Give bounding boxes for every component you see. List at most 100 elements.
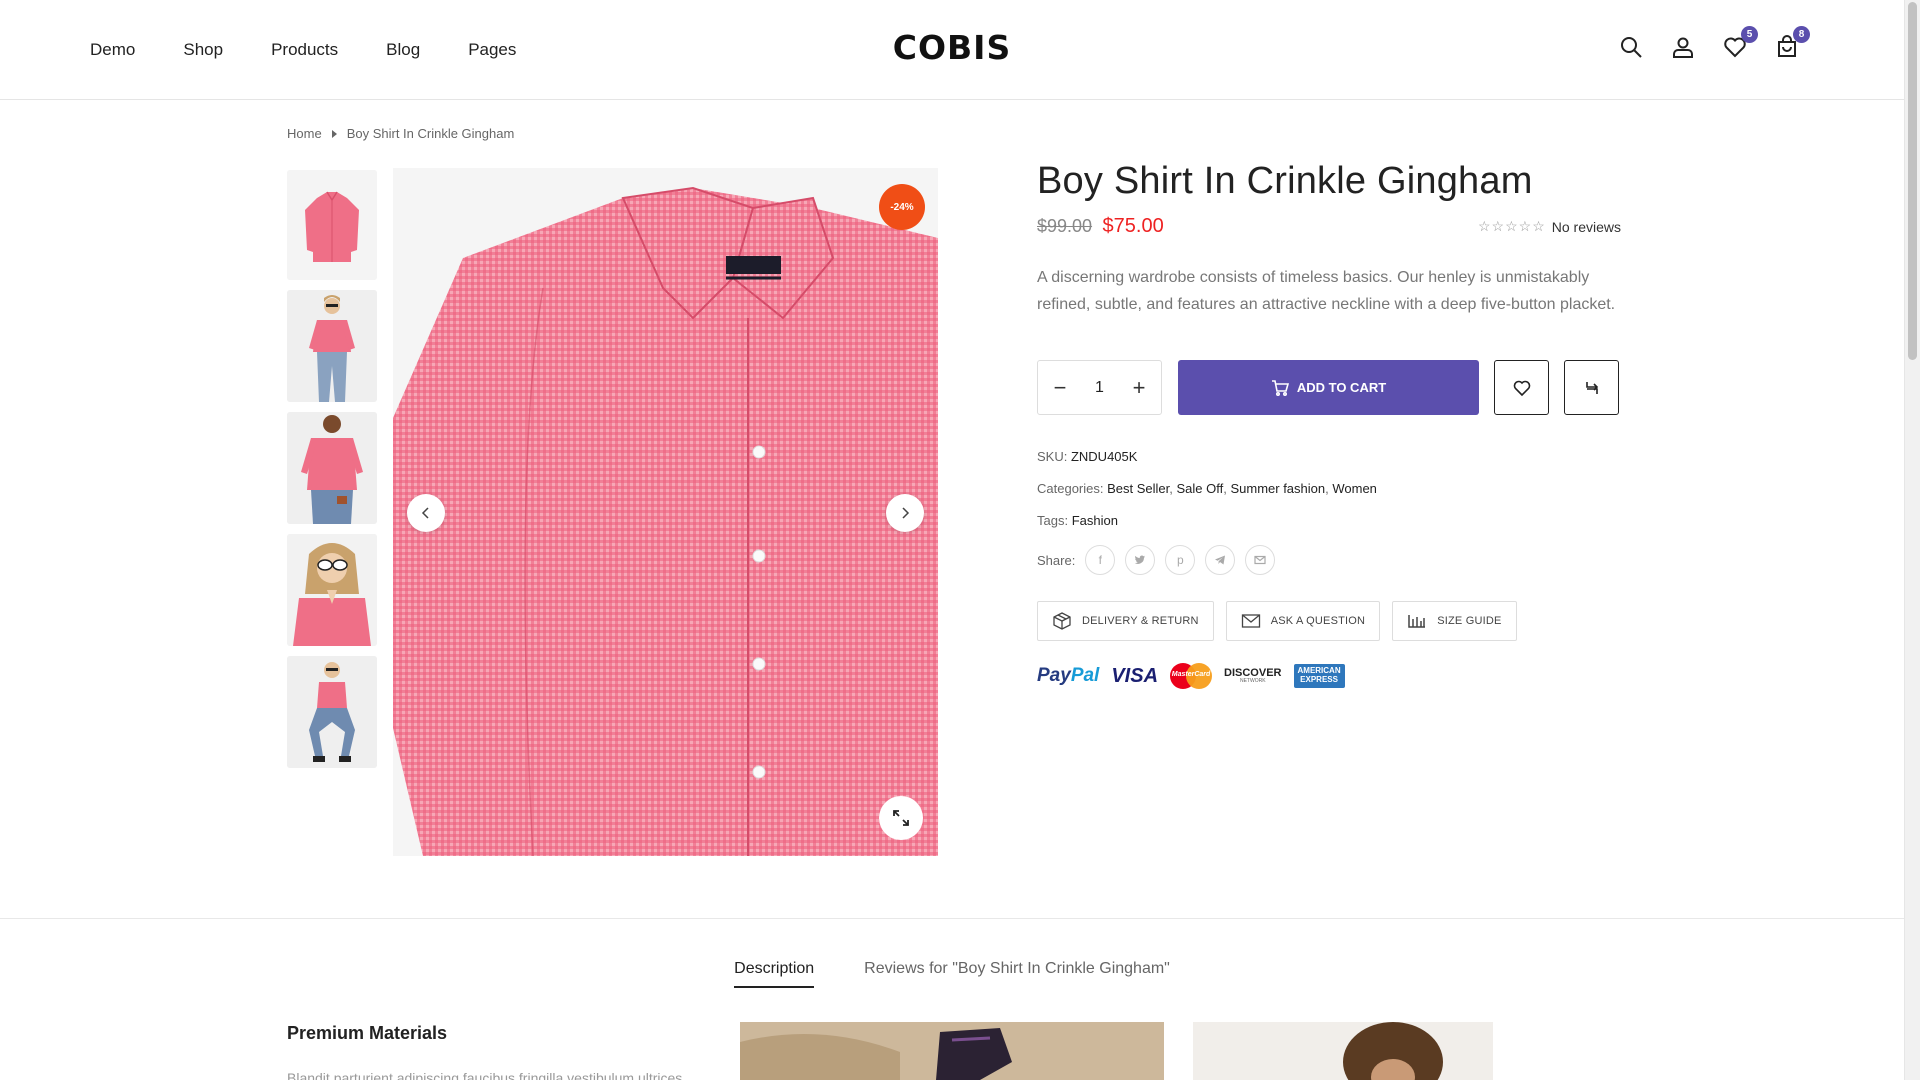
sale-badge: -24%: [879, 184, 925, 230]
paypal-logo: PayPal: [1037, 665, 1099, 687]
reviews-count: No reviews: [1551, 218, 1621, 235]
header-icons: 5 8: [1618, 26, 1810, 60]
nav-shop[interactable]: Shop: [183, 40, 223, 60]
tag-link[interactable]: Fashion: [1072, 513, 1118, 528]
site-logo[interactable]: COBIS: [893, 28, 1011, 67]
expand-icon: [893, 810, 909, 826]
breadcrumb-separator-icon: [331, 129, 337, 138]
quantity-stepper: − 1 +: [1037, 360, 1162, 415]
add-to-cart-button[interactable]: ADD TO CART: [1178, 360, 1479, 415]
thumbnail-model-sitting[interactable]: [287, 656, 377, 768]
category-link[interactable]: Best Seller: [1107, 481, 1169, 496]
sku-value: ZNDU405K: [1070, 449, 1138, 464]
quantity-input[interactable]: 1: [1095, 379, 1104, 397]
payment-methods: PayPal VISA MasterCard DISCOVER NETWORK …: [1037, 663, 1621, 689]
category-link[interactable]: Summer fashion: [1230, 481, 1325, 496]
product-meta: SKU: ZNDU405K Categories: Best Seller, S…: [1037, 449, 1621, 528]
amex-logo-text: EXPRESS: [1300, 675, 1338, 684]
discover-logo-subtext: NETWORK: [1239, 678, 1266, 684]
cart-count-badge: 8: [1793, 26, 1810, 43]
main-nav: Demo Shop Products Blog Pages: [90, 0, 516, 100]
envelope-icon: [1241, 614, 1260, 628]
section-divider: [0, 918, 1904, 919]
compare-button[interactable]: [1564, 360, 1619, 415]
thumbnail-model-back[interactable]: [287, 412, 377, 524]
ask-question-button[interactable]: ASK A QUESTION: [1225, 601, 1381, 641]
tags-label: Tags:: [1037, 513, 1069, 528]
nav-products[interactable]: Products: [271, 40, 338, 60]
quantity-decrease-button[interactable]: −: [1050, 376, 1070, 399]
category-link[interactable]: Sale Off: [1177, 481, 1224, 496]
add-to-cart-label: ADD TO CART: [1296, 380, 1387, 395]
nav-demo[interactable]: Demo: [90, 40, 135, 60]
delivery-return-label: DELIVERY & RETURN: [1082, 615, 1199, 627]
cart-icon[interactable]: 8: [1774, 26, 1810, 60]
user-icon[interactable]: [1670, 34, 1696, 60]
cart-icon: [1271, 379, 1289, 396]
tab-description[interactable]: Description: [734, 960, 815, 988]
chevron-left-icon: [421, 507, 429, 519]
paypal-logo-part: Pal: [1070, 665, 1100, 686]
gingham-shirt-image: [393, 168, 938, 856]
breadcrumb-current: Boy Shirt In Crinkle Gingham: [346, 126, 515, 141]
mastercard-logo: MasterCard: [1170, 663, 1213, 689]
scrollbar-thumb[interactable]: [1908, 2, 1917, 360]
size-guide-label: SIZE GUIDE: [1437, 615, 1502, 627]
sku-label: SKU:: [1037, 449, 1068, 464]
box-icon: [1053, 612, 1071, 630]
tags-row: Tags: Fashion: [1037, 513, 1621, 528]
product-description: A discerning wardrobe consists of timele…: [1037, 269, 1616, 313]
nav-blog[interactable]: Blog: [386, 40, 420, 60]
amex-logo: AMERICAN EXPRESS: [1293, 664, 1345, 688]
tab-reviews[interactable]: Reviews for "Boy Shirt In Crinkle Gingha…: [864, 960, 1170, 988]
pinterest-icon[interactable]: p: [1165, 545, 1196, 575]
quantity-increase-button[interactable]: +: [1129, 376, 1149, 399]
search-icon[interactable]: [1618, 34, 1644, 60]
size-guide-button[interactable]: SIZE GUIDE: [1392, 601, 1517, 641]
compare-icon: [1585, 381, 1598, 394]
thumbnail-list: [287, 170, 377, 778]
sku-row: SKU: ZNDU405K: [1037, 449, 1621, 464]
category-link[interactable]: Women: [1332, 481, 1377, 496]
paypal-logo-part: Pay: [1037, 665, 1071, 686]
main-product-image[interactable]: -24%: [393, 168, 938, 856]
share-label: Share:: [1037, 552, 1076, 568]
add-to-wishlist-button[interactable]: [1494, 360, 1549, 415]
extra-info-buttons: DELIVERY & RETURN ASK A QUESTION SIZE GU…: [1037, 601, 1621, 641]
ask-question-label: ASK A QUESTION: [1270, 615, 1366, 627]
ruler-chart-icon: [1408, 615, 1426, 628]
chevron-right-icon: [902, 507, 910, 519]
delivery-return-button[interactable]: DELIVERY & RETURN: [1037, 601, 1214, 641]
purchase-actions: − 1 + ADD TO CART: [1037, 360, 1621, 415]
heart-icon: [1513, 380, 1530, 396]
breadcrumb-home[interactable]: Home: [287, 126, 322, 141]
telegram-icon[interactable]: [1205, 545, 1236, 575]
lifestyle-image-boots: [740, 1022, 1164, 1080]
price-row: $99.00 $75.00 ☆☆☆☆☆ No reviews: [1037, 215, 1621, 238]
amex-logo-text: AMERICAN: [1297, 666, 1341, 676]
thumbnail-model-front[interactable]: [287, 290, 377, 402]
thumbnail-model-closeup[interactable]: [287, 534, 377, 646]
product-tabs: Description Reviews for "Boy Shirt In Cr…: [0, 960, 1904, 988]
wishlist-icon[interactable]: 5: [1722, 26, 1758, 60]
twitter-icon[interactable]: [1125, 545, 1156, 575]
product-title: Boy Shirt In Crinkle Gingham: [1037, 160, 1533, 202]
facebook-icon[interactable]: f: [1085, 545, 1116, 575]
categories-label: Categories:: [1037, 481, 1104, 496]
prev-image-button[interactable]: [407, 494, 445, 532]
email-icon[interactable]: [1245, 545, 1276, 575]
visa-logo: VISA: [1111, 664, 1159, 687]
lifestyle-image-model: [1193, 1022, 1493, 1080]
categories-row: Categories: Best Seller, Sale Off, Summe…: [1037, 481, 1377, 496]
zoom-button[interactable]: [879, 796, 923, 840]
breadcrumb: Home Boy Shirt In Crinkle Gingham: [287, 126, 514, 141]
section-heading: Premium Materials: [287, 1023, 448, 1043]
discover-logo: DISCOVER NETWORK: [1224, 668, 1281, 684]
rating[interactable]: ☆☆☆☆☆ No reviews: [1478, 218, 1621, 235]
wishlist-count-badge: 5: [1741, 26, 1758, 43]
next-image-button[interactable]: [886, 494, 924, 532]
nav-pages[interactable]: Pages: [468, 40, 516, 60]
page-scrollbar[interactable]: [1904, 0, 1920, 1080]
section-text: Blandit parturient adipiscing faucibus f…: [287, 1070, 683, 1080]
thumbnail-shirt-flat[interactable]: [287, 170, 377, 280]
